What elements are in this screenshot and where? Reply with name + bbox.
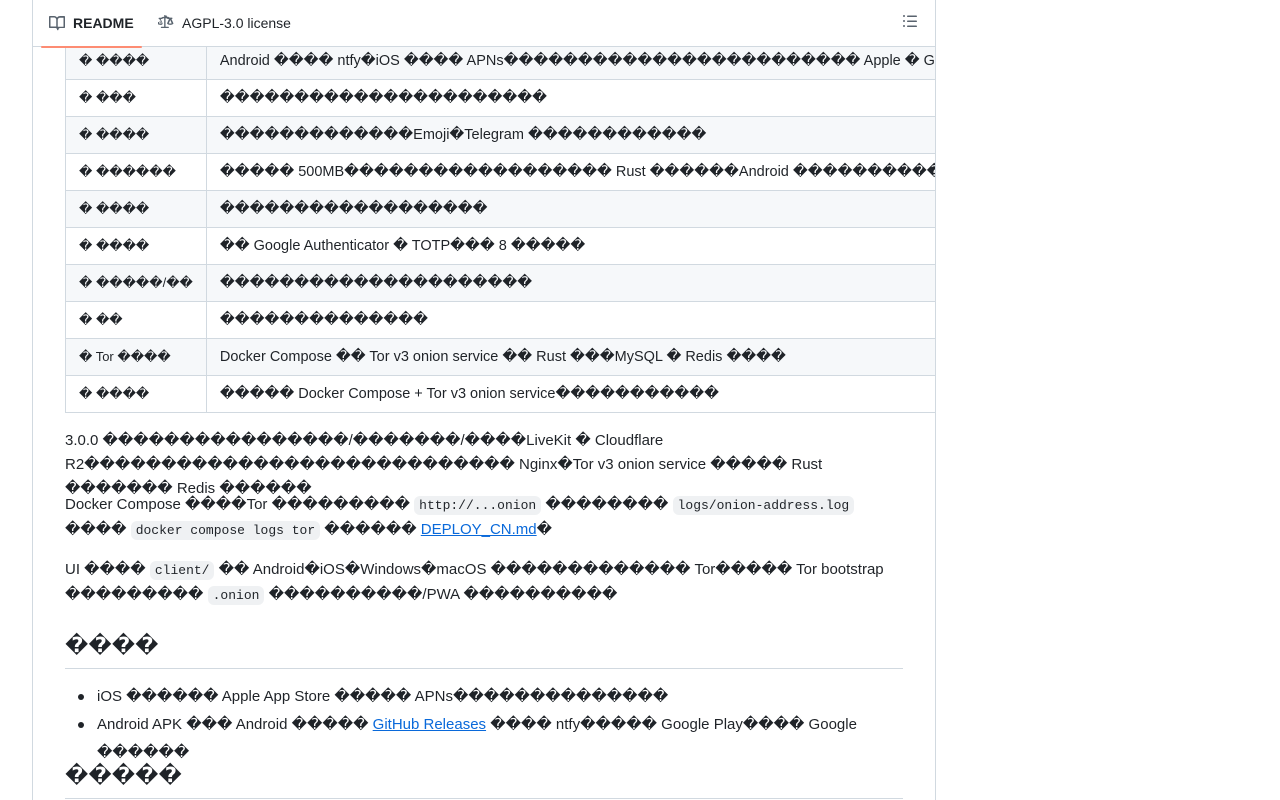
- github-releases-link[interactable]: GitHub Releases: [373, 716, 486, 733]
- book-icon: [49, 15, 65, 31]
- feature-name-cell: � ����: [65, 42, 207, 80]
- feature-desc-cell: ����� 500MB������������������ Rust �����…: [205, 153, 935, 191]
- table-row: � �� ��������������: [65, 301, 935, 339]
- deploy-cn-link[interactable]: DEPLOY_CN.md: [421, 521, 537, 538]
- next-section-heading: �����: [65, 763, 903, 799]
- feature-table: � ���� Android ���� ntfy�iOS ���� APNs���…: [65, 42, 935, 413]
- tab-license[interactable]: AGPL-3.0 license: [150, 0, 299, 47]
- tab-readme[interactable]: README: [41, 0, 142, 48]
- tab-readme-label: README: [73, 15, 134, 31]
- feature-desc-cell: ����������������������: [205, 79, 935, 117]
- table-row: � ���� �� Google Authenticator � TOTP��� …: [65, 227, 935, 265]
- table-row: � �����/�� ���������������������: [65, 264, 935, 302]
- feature-desc-cell: ������������������: [205, 190, 935, 228]
- onion-log-code: logs/onion-address.log: [672, 496, 855, 515]
- release-notes-paragraph: 3.0.0 ����������������/�������/����LiveK…: [65, 432, 823, 497]
- feature-name-cell: � ���: [65, 79, 207, 117]
- onion-url-code: http://...onion: [414, 496, 542, 515]
- feature-name-cell: � ��: [65, 301, 207, 339]
- feature-name-cell: � ����: [65, 375, 207, 413]
- table-row: � ��� ����������������������: [65, 79, 935, 117]
- table-row: � Tor ���� Docker Compose �� Tor v3 onion…: [65, 338, 935, 376]
- client-dir-code: client/: [149, 561, 215, 580]
- feature-name-cell: � ������: [65, 153, 207, 191]
- table-row: � ������ ����� 500MB������������������ Ru…: [65, 153, 935, 191]
- onion-suffix-code: .onion: [207, 586, 265, 605]
- feature-desc-cell: Docker Compose �� Tor v3 onion service �…: [205, 338, 935, 376]
- feature-desc-cell: Android ���� ntfy�iOS ���� APNs���������…: [205, 42, 935, 80]
- feature-desc-cell: �� Google Authenticator � TOTP��� 8 ����…: [205, 227, 935, 265]
- list-item: iOS ������ Apple App Store ����� APNs���…: [65, 683, 903, 711]
- outline-button[interactable]: [897, 11, 923, 35]
- download-list: iOS ������ Apple App Store ����� APNs���…: [65, 683, 903, 767]
- feature-desc-cell: ��������������: [205, 301, 935, 339]
- docker-logs-code: docker compose logs tor: [130, 521, 321, 540]
- table-row: � ���� Android ���� ntfy�iOS ���� APNs���…: [65, 42, 935, 80]
- scale-icon: [158, 15, 174, 31]
- table-row: � ���� ������������������: [65, 190, 935, 228]
- client-paragraph: UI ���� client/ �� Android�iOS�Windows�m…: [65, 561, 884, 605]
- readme-panel: README AGPL-3.0 license � ���� Android ��…: [32, 0, 936, 800]
- table-row: � ���� �������������Emoji�Telegram ������…: [65, 116, 935, 154]
- table-row: � ���� ����� Docker Compose + Tor v3 onio…: [65, 375, 935, 413]
- feature-name-cell: � ����: [65, 190, 207, 228]
- docker-paragraph: Docker Compose ����Tor ��������� http://…: [65, 493, 903, 543]
- feature-desc-cell: ���������������������: [205, 264, 935, 302]
- tab-license-label: AGPL-3.0 license: [182, 15, 291, 31]
- feature-name-cell: � �����/��: [65, 264, 207, 302]
- feature-desc-cell: ����� Docker Compose + Tor v3 onion serv…: [205, 375, 935, 413]
- download-heading: ����: [65, 633, 903, 669]
- feature-name-cell: � ����: [65, 227, 207, 265]
- list-unordered-icon: [902, 13, 918, 33]
- feature-name-cell: � Tor ����: [65, 338, 207, 376]
- readme-tabbar: README AGPL-3.0 license: [33, 0, 935, 48]
- feature-name-cell: � ����: [65, 116, 207, 154]
- feature-desc-cell: �������������Emoji�Telegram ������������: [205, 116, 935, 154]
- list-item: Android APK ��� Android ����� GitHub Rel…: [65, 711, 903, 767]
